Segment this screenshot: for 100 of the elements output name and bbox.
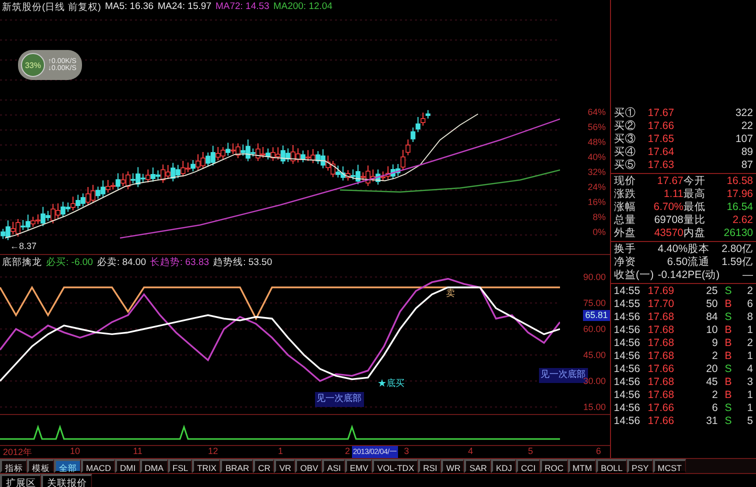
indicator-tab[interactable]: PSY: [626, 459, 653, 473]
indicator-tab[interactable]: 指标: [0, 459, 27, 473]
trade-time: 14:55: [614, 298, 642, 311]
stat-value: 6.50: [666, 256, 688, 269]
axis-label: 0%: [592, 227, 606, 238]
trade-side: S: [724, 402, 732, 415]
bid-label: 买⑤: [614, 159, 637, 172]
trade-volume: 2: [710, 389, 718, 402]
trade-volume: 10: [705, 324, 718, 337]
bid-price: 17.67: [648, 107, 676, 120]
trade-side: S: [724, 415, 732, 428]
indicator-tab[interactable]: SAR: [464, 459, 491, 473]
time-label: 3: [404, 446, 410, 456]
indicator-value: 必卖: 84.00: [96, 256, 146, 269]
time-label: 2: [345, 446, 350, 456]
trade-time: 14:56: [614, 350, 642, 363]
indicator-tab[interactable]: MACD: [81, 459, 116, 473]
stat-label: 涨幅: [614, 201, 637, 214]
bottom-tab[interactable]: 扩展区: [0, 474, 41, 487]
stat-label: 涨跌: [614, 188, 637, 201]
axis-label: 30.00: [583, 376, 606, 387]
stat-value: 4.40%: [658, 243, 688, 256]
indicator-tab[interactable]: VR: [274, 459, 296, 473]
indicator-tab[interactable]: RSI: [418, 459, 442, 473]
indicator-tab[interactable]: DMA: [140, 459, 168, 473]
indicator-tab[interactable]: WR: [441, 459, 464, 473]
trade-count: 2: [746, 285, 753, 298]
ma-value: MA72: 14.53: [215, 1, 270, 14]
trade-count: 6: [746, 298, 753, 311]
bid-label: 买③: [614, 133, 637, 146]
stat-label: 股本: [688, 243, 711, 256]
trade-count: 4: [746, 363, 753, 376]
stat-label: 最高: [683, 188, 706, 201]
indicator-tab[interactable]: ROC: [540, 459, 568, 473]
indicator-tab[interactable]: BOLL: [596, 459, 627, 473]
trade-side: B: [724, 350, 732, 363]
indicator-tab[interactable]: VOL-TDX: [372, 459, 418, 473]
stat-value: -0.142: [658, 269, 688, 282]
stat-value: 2.62: [732, 214, 753, 227]
stat-value: 17.67: [656, 175, 684, 188]
trade-price: 17.68: [648, 337, 676, 350]
axis-label: 45.00: [583, 348, 606, 361]
indicator-tab[interactable]: KDJ: [490, 459, 516, 473]
indicator-tab[interactable]: DMI: [115, 459, 140, 473]
trade-price: 17.66: [648, 402, 676, 415]
indicator-tab[interactable]: FSL: [168, 459, 192, 473]
indicator-tab[interactable]: 全部: [54, 459, 81, 473]
low-marker: ←8.37: [10, 241, 37, 251]
stat-value: 69708: [653, 214, 684, 227]
trade-price: 17.69: [648, 285, 676, 298]
trade-volume: 9: [710, 337, 718, 350]
bid-label: 买④: [614, 146, 637, 159]
bid-volume: 107: [734, 133, 753, 146]
stat-label: 今开: [683, 175, 706, 188]
indicator-tab[interactable]: BRAR: [220, 459, 254, 473]
stat-value: 17.96: [726, 188, 753, 201]
trade-time: 14:56: [614, 415, 642, 428]
trade-price: 17.68: [648, 311, 676, 324]
trade-price: 17.66: [648, 415, 676, 428]
trade-volume: 45: [705, 376, 718, 389]
time-label: 11: [133, 446, 142, 456]
bid-volume: 87: [740, 159, 753, 172]
trade-side: S: [724, 363, 732, 376]
trade-volume: 2: [710, 350, 718, 363]
bottom-tab[interactable]: 关联报价: [41, 474, 92, 487]
stat-label: 总量: [614, 214, 637, 227]
bid-price: 17.64: [648, 146, 676, 159]
bid-volume: 22: [740, 120, 753, 133]
time-label: 5: [528, 446, 534, 456]
trade-side: B: [724, 389, 732, 402]
indicator-tab[interactable]: MCST: [652, 459, 686, 473]
indicator-value: 长趋势: 63.83: [150, 256, 210, 269]
stat-label: 最低: [683, 201, 706, 214]
trade-volume: 6: [710, 402, 718, 415]
indicator-tab[interactable]: CCI: [516, 459, 540, 473]
stat-value: 26130: [722, 227, 753, 240]
stat-value: 6.70%: [652, 201, 684, 214]
bid-price: 17.65: [648, 133, 676, 146]
indicator-tab[interactable]: TRIX: [192, 459, 220, 473]
trade-volume: 20: [705, 363, 718, 376]
trade-side: S: [724, 311, 732, 324]
trade-time: 14:55: [614, 285, 642, 298]
bid-volume: 322: [734, 107, 753, 120]
indicator-tab[interactable]: ASI: [322, 459, 345, 473]
indicator-tab[interactable]: MTM: [568, 459, 596, 473]
trade-volume: 84: [705, 311, 718, 324]
indicator-tab[interactable]: OBV: [295, 459, 322, 473]
trade-price: 17.68: [648, 376, 676, 389]
indicator-value: 必买: -6.00: [46, 256, 93, 269]
trade-time: 14:56: [614, 337, 642, 350]
bid-label: 买②: [614, 120, 637, 133]
indicator-tab[interactable]: CR: [253, 459, 274, 473]
indicator-tab[interactable]: EMV: [344, 459, 372, 473]
chart-title: 新筑股份(日线 前复权): [2, 1, 101, 14]
ma-value: MA24: 15.97: [158, 1, 212, 14]
axis-label: 60.00: [583, 322, 606, 335]
trade-side: B: [724, 298, 732, 311]
axis-label: 24%: [588, 182, 606, 193]
axis-label: 75.00: [583, 296, 606, 309]
ma-value: MA5: 16.36: [104, 1, 154, 14]
